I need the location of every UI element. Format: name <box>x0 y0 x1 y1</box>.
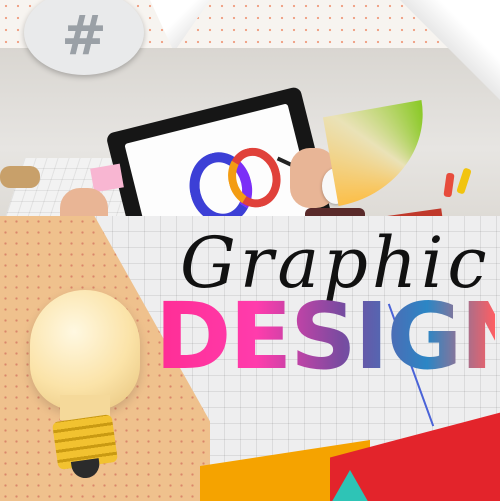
bulb-tip <box>70 458 102 480</box>
design-title: DESIGN <box>155 282 495 392</box>
pink-sticky-note <box>90 163 124 193</box>
light-bulb-icon <box>30 290 140 490</box>
wooden-figure <box>0 166 40 188</box>
graphic-design-banner: # Graphic DESIGN <box>0 0 500 501</box>
bulb-glass <box>30 290 140 410</box>
yellow-marker <box>456 167 472 195</box>
red-marker <box>443 172 455 198</box>
color-swatch-fan <box>322 100 438 206</box>
hashtag-icon: # <box>61 4 107 67</box>
